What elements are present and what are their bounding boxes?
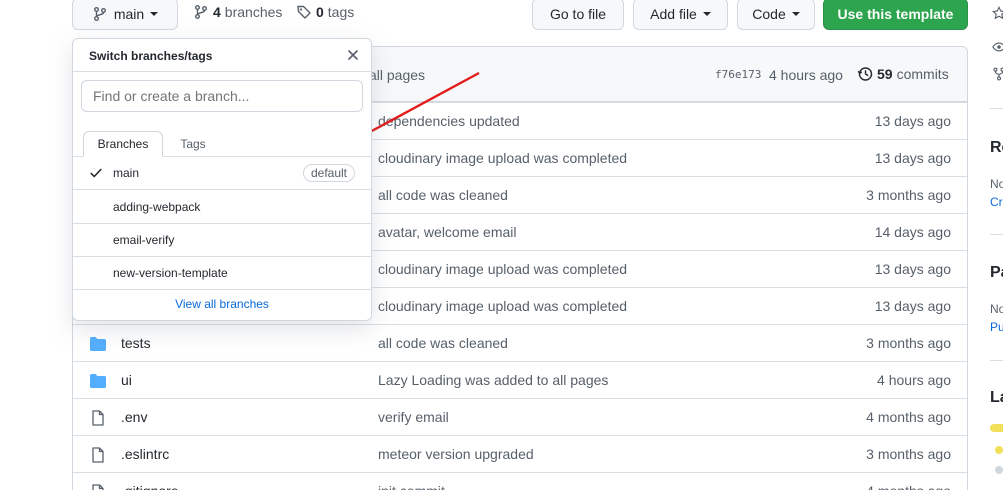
star-icon[interactable] — [991, 5, 1003, 23]
tab-tags-label: Tags — [180, 137, 206, 151]
branch-switcher-dropdown: Switch branches/tags Branches Tags main … — [72, 38, 372, 321]
divider — [990, 360, 1003, 361]
divider — [990, 108, 1003, 109]
divider — [990, 234, 1003, 235]
dropdown-title: Switch branches/tags — [89, 49, 213, 63]
packages-link[interactable]: Pu — [990, 320, 1003, 334]
branch-item-adding-webpack[interactable]: adding-webpack — [73, 191, 371, 224]
languages-heading: La — [990, 389, 1003, 406]
branch-name: adding-webpack — [113, 200, 201, 214]
branch-search-input[interactable] — [81, 80, 363, 112]
branch-item-new-version-template[interactable]: new-version-template — [73, 257, 371, 290]
packages-heading: Pa — [990, 264, 1003, 281]
branch-name: email-verify — [113, 233, 175, 247]
language-dot — [995, 446, 1003, 454]
language-dot — [995, 466, 1003, 474]
language-bar — [990, 424, 1003, 432]
eye-icon[interactable] — [992, 40, 1003, 57]
packages-text: No — [990, 302, 1003, 316]
default-badge: default — [302, 164, 355, 182]
tab-branches-label: Branches — [97, 137, 149, 151]
branch-item-main[interactable]: main default — [73, 157, 371, 190]
view-all-branches-link[interactable]: View all branches — [73, 297, 371, 311]
close-icon[interactable] — [345, 47, 361, 63]
divider — [73, 71, 371, 72]
about-text: No — [990, 177, 1003, 191]
branch-name: main — [113, 166, 140, 180]
tab-tags[interactable]: Tags — [165, 131, 221, 157]
branch-item-email-verify[interactable]: email-verify — [73, 224, 371, 257]
about-link[interactable]: Cr — [990, 195, 1003, 209]
repo-forked-icon[interactable] — [992, 67, 1003, 84]
branch-name: new-version-template — [113, 266, 228, 280]
tab-branches[interactable]: Branches — [83, 131, 163, 157]
about-heading: Re — [990, 139, 1003, 156]
check-icon — [89, 166, 103, 183]
